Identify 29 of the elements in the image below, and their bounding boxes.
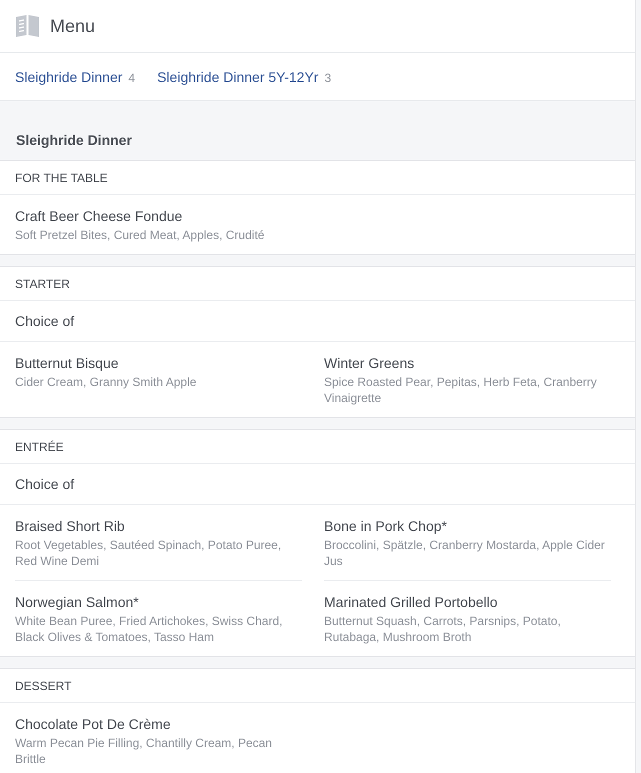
page-title: Menu (50, 15, 96, 37)
book-icon (16, 15, 39, 37)
dish-description: White Bean Puree, Fried Artichokes, Swiss Chard, Black Olives & Tomatoes, Tasso Ham (15, 613, 284, 645)
dish-description: Cider Cream, Granny Smith Apple (15, 374, 198, 390)
menu-title: Sleighride Dinner (16, 131, 132, 149)
section-title: FOR THE TABLE (15, 170, 108, 186)
dish-name: Winter Greens (324, 354, 416, 372)
dish-name: Chocolate Pot De Crème (15, 715, 172, 733)
item-count: 4 (128, 70, 136, 86)
section-title: ENTRÉE (15, 438, 64, 454)
section-note: Choice of (15, 475, 74, 493)
section-note: Choice of (15, 312, 74, 330)
dish-name: Braised Short Rib (15, 517, 126, 535)
dish-name: Norwegian Salmon* (15, 593, 140, 611)
dish-name: Craft Beer Cheese Fondue (15, 207, 184, 225)
dish-description: Butternut Squash, Carrots, Parsnips, Potato, Rutabaga, Mushroom Broth (324, 613, 562, 645)
section-title: STARTER (15, 276, 70, 292)
dish-description: Broccolini, Spätzle, Cranberry Mostarda, Apple Cider Jus (324, 537, 606, 569)
dish-description: Warm Pecan Pie Filling, Chantilly Cream, Pecan Brittle (15, 735, 273, 767)
dish-name: Marinated Grilled Portobello (324, 593, 499, 611)
item-count: 3 (324, 70, 332, 86)
section-title: DESSERT (15, 678, 72, 694)
menu-tab-link[interactable]: Sleighride Dinner 4 (15, 68, 136, 86)
dish-description: Root Vegetables, Sautéed Spinach, Potato Puree, Red Wine Demi (15, 537, 282, 569)
dish-name: Butternut Bisque (15, 354, 120, 372)
dish-name: Bone in Pork Chop* (324, 517, 448, 535)
dish-description: Soft Pretzel Bites, Cured Meat, Apples, Crudité (15, 227, 266, 243)
menu-tab-link[interactable]: Sleighride Dinner 5Y-12Yr 3 (157, 68, 332, 86)
dish-description: Spice Roasted Pear, Pepitas, Herb Feta, Cranberry Vinaigrette (324, 374, 598, 406)
